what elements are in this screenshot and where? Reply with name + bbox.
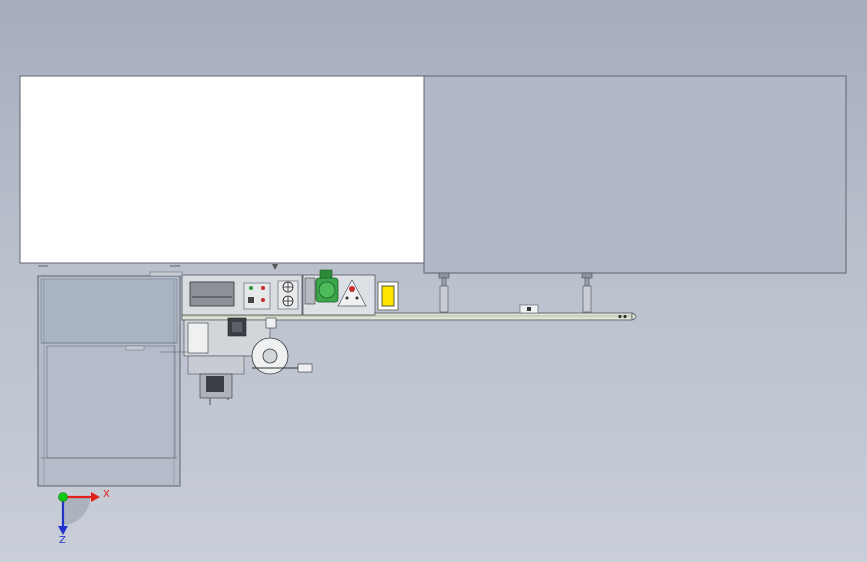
- white-panel: [19, 75, 425, 264]
- lower-mechanism: [160, 317, 313, 405]
- grey-panel: [423, 75, 847, 274]
- cad-viewport[interactable]: X Z: [0, 0, 867, 562]
- x-axis-label: X: [103, 489, 110, 500]
- axis-triad: X Z: [58, 489, 110, 546]
- left-cabinet: [37, 275, 181, 487]
- support-column-2: [581, 272, 593, 313]
- support-column-1: [438, 272, 450, 313]
- z-axis-label: Z: [59, 535, 66, 546]
- yellow-indicator: [377, 281, 399, 311]
- motor-unit: [302, 269, 376, 316]
